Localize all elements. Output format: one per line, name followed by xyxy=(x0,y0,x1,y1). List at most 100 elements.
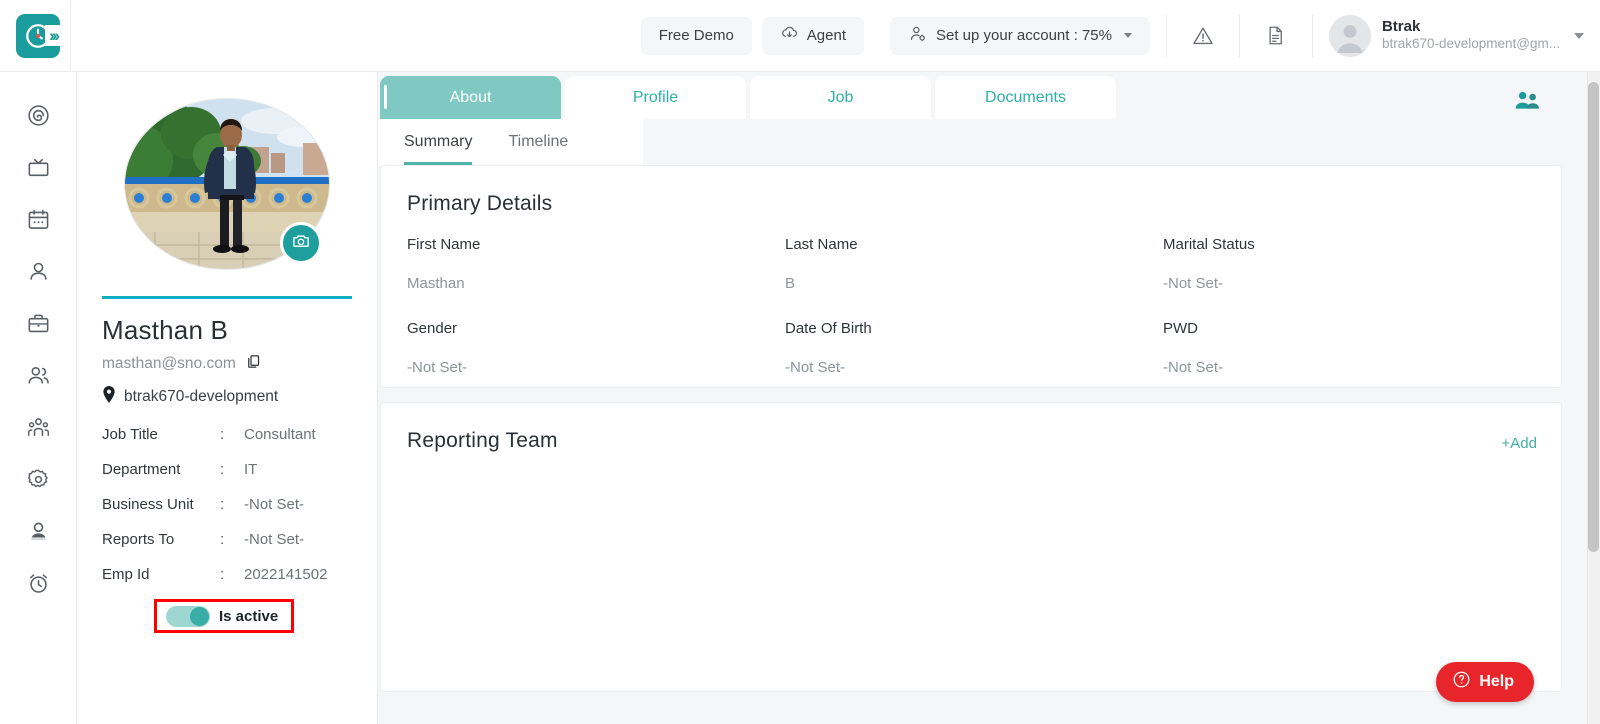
sidebar-item-calendar[interactable] xyxy=(12,196,64,248)
gear-icon xyxy=(26,467,51,497)
profile-field-job-title: Job Title : Consultant xyxy=(102,426,352,443)
tab-job[interactable]: Job xyxy=(750,76,931,119)
field-marital-status: Marital Status -Not Set- xyxy=(1163,236,1561,292)
field-label: Date Of Birth xyxy=(785,320,872,337)
scrollbar-thumb[interactable] xyxy=(1588,82,1599,552)
two-users-icon xyxy=(26,363,51,393)
primary-details-row-2: Gender -Not Set- Date Of Birth -Not Set-… xyxy=(407,320,1561,376)
divider-3 xyxy=(1311,13,1313,58)
sidebar-item-org[interactable] xyxy=(12,404,64,456)
subtab-label: Timeline xyxy=(508,133,569,150)
profile-photo-wrapper xyxy=(124,98,330,270)
logo-divider xyxy=(70,0,71,72)
tab-label: Job xyxy=(827,88,854,106)
vertical-scrollbar[interactable] xyxy=(1587,72,1600,724)
avatar xyxy=(1328,14,1371,57)
field-separator: : xyxy=(220,426,225,443)
field-value: 2022141502 xyxy=(244,566,328,583)
user-menu-caret-icon[interactable] xyxy=(1574,32,1584,39)
profile-field-emp-id: Emp Id : 2022141502 xyxy=(102,566,352,583)
free-demo-button[interactable]: Free Demo xyxy=(640,16,752,55)
top-bar: ››› Free Demo Agent Set up your account … xyxy=(0,0,1600,72)
subtab-label: Summary xyxy=(404,133,473,150)
sidebar-item-dashboard[interactable] xyxy=(12,92,64,144)
employee-profile-panel: Masthan B masthan@sno.com btrak670-devel… xyxy=(77,72,378,724)
employee-email: masthan@sno.com xyxy=(102,355,236,372)
field-label: Job Title xyxy=(102,426,158,443)
employee-location-row: btrak670-development xyxy=(102,386,352,408)
field-value: IT xyxy=(244,461,258,478)
caret-down-icon xyxy=(1123,33,1132,38)
field-value: -Not Set- xyxy=(407,359,468,376)
employee-email-row: masthan@sno.com xyxy=(102,354,352,374)
change-photo-button[interactable] xyxy=(280,222,322,264)
is-active-highlight-box: Is active xyxy=(154,599,294,633)
spiral-dashboard-icon xyxy=(26,103,51,133)
cloud-download-icon xyxy=(780,24,799,47)
chevron-double-right-icon[interactable]: ››› xyxy=(45,25,61,46)
field-value: Masthan xyxy=(407,275,465,292)
sidebar-item-timesheet[interactable] xyxy=(12,560,64,612)
copy-icon[interactable] xyxy=(246,354,261,374)
tab-label: Documents xyxy=(985,88,1066,106)
app-root: ››› Free Demo Agent Set up your account … xyxy=(0,0,1600,724)
field-label: Last Name xyxy=(785,236,858,253)
user-email: btrak670-development@gm... xyxy=(1381,36,1560,52)
setup-account-button[interactable]: Set up your account : 75% xyxy=(890,16,1150,55)
tab-bar: About Profile Job Documents xyxy=(378,72,1600,119)
tab-documents[interactable]: Documents xyxy=(935,76,1116,119)
two-people-icon[interactable] xyxy=(1510,84,1544,118)
tab-about[interactable]: About xyxy=(380,76,561,119)
help-button[interactable]: Help xyxy=(1436,662,1534,702)
primary-details-title: Primary Details xyxy=(407,192,553,215)
user-menu[interactable]: Btrak btrak670-development@gm... xyxy=(1328,14,1564,57)
tab-profile[interactable]: Profile xyxy=(565,76,746,119)
accent-rule xyxy=(102,296,352,299)
sidebar-item-employee[interactable] xyxy=(12,248,64,300)
field-value: -Not Set- xyxy=(244,496,305,513)
sidebar-item-settings[interactable] xyxy=(12,456,64,508)
field-label: First Name xyxy=(407,236,481,253)
field-value: Consultant xyxy=(244,426,316,443)
subtab-timeline[interactable]: Timeline xyxy=(508,119,568,165)
calendar-icon xyxy=(26,207,51,237)
sidebar-item-teams[interactable] xyxy=(12,352,64,404)
sidebar-item-screens[interactable] xyxy=(12,144,64,196)
sidebar-item-jobs[interactable] xyxy=(12,300,64,352)
toggle-knob xyxy=(190,606,209,626)
camera-icon xyxy=(291,231,311,256)
sidebar-item-profile[interactable] xyxy=(12,508,64,560)
help-label: Help xyxy=(1479,673,1514,690)
divider-2 xyxy=(1238,13,1240,58)
field-separator: : xyxy=(220,566,225,583)
agent-button[interactable]: Agent xyxy=(761,16,864,55)
group-people-icon xyxy=(26,415,51,445)
briefcase-icon xyxy=(26,311,51,341)
add-reporting-team-button[interactable]: +Add xyxy=(1502,435,1537,452)
field-pwd: PWD -Not Set- xyxy=(1163,320,1561,376)
left-nav-rail xyxy=(0,72,77,724)
alarm-clock-icon xyxy=(26,571,51,601)
primary-details-card: Primary Details First Name Masthan Last … xyxy=(380,165,1562,388)
field-separator: : xyxy=(220,496,225,513)
primary-details-row-1: First Name Masthan Last Name B Marital S… xyxy=(407,236,1561,292)
subtab-summary[interactable]: Summary xyxy=(404,119,473,165)
profile-field-reports-to: Reports To : -Not Set- xyxy=(102,531,352,548)
reporting-team-title: Reporting Team xyxy=(407,429,558,452)
question-circle-icon xyxy=(1452,670,1471,694)
field-value: -Not Set- xyxy=(244,531,305,548)
field-label: Gender xyxy=(407,320,458,337)
is-active-toggle[interactable] xyxy=(166,605,210,627)
field-value: -Not Set- xyxy=(1163,275,1224,292)
profile-field-business-unit: Business Unit : -Not Set- xyxy=(102,496,352,513)
document-icon[interactable] xyxy=(1256,16,1296,56)
field-label: Department xyxy=(102,461,181,478)
employee-location: btrak670-development xyxy=(124,388,279,405)
is-active-label: Is active xyxy=(219,607,279,625)
user-icon xyxy=(26,259,51,289)
profile-field-department: Department : IT xyxy=(102,461,352,478)
field-last-name: Last Name B xyxy=(785,236,1163,292)
field-value: B xyxy=(785,275,796,292)
reporting-team-card: Reporting Team +Add xyxy=(380,402,1562,692)
warning-triangle-icon[interactable] xyxy=(1183,16,1223,56)
